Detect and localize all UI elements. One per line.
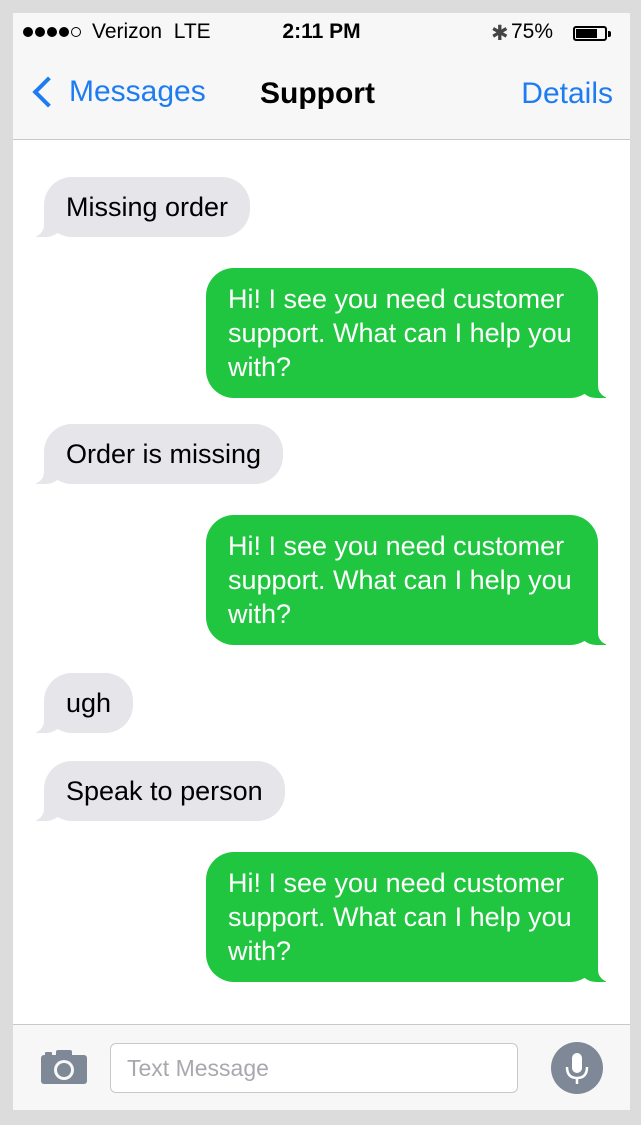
compose-bar (13, 1024, 630, 1110)
message-text: Missing order (66, 192, 229, 222)
message-bubble-incoming[interactable]: Speak to person (30, 761, 285, 821)
battery-level (576, 29, 597, 38)
chevron-left-icon (32, 76, 64, 108)
message-thread[interactable]: Missing order Hi! I see you need custome… (13, 140, 630, 1024)
message-bubble-incoming[interactable]: Missing order (29, 177, 251, 237)
message-bubble-incoming[interactable]: ugh (29, 673, 134, 733)
message-text: Hi! I see you need customer support. Wha… (228, 284, 572, 382)
back-button-label: Messages (69, 75, 206, 108)
battery-percent: 75% (511, 20, 554, 43)
message-text: Hi! I see you need customer support. Wha… (228, 868, 572, 966)
conversation-title: Support (260, 77, 375, 110)
message-text: ugh (66, 688, 112, 718)
message-text: Speak to person (66, 776, 263, 806)
microphone-icon (565, 1053, 589, 1084)
navigation-bar: Messages Support Details (13, 55, 630, 140)
message-bubble-outgoing[interactable]: Hi! I see you need customer support. Wha… (206, 515, 612, 645)
back-button[interactable]: Messages (27, 75, 206, 109)
message-input[interactable] (110, 1043, 518, 1093)
battery-icon (573, 26, 607, 41)
message-bubble-outgoing[interactable]: Hi! I see you need customer support. Wha… (206, 268, 612, 398)
message-bubble-incoming[interactable]: Order is missing (29, 424, 284, 484)
message-bubble-outgoing[interactable]: Hi! I see you need customer support. Wha… (206, 852, 612, 982)
message-text: Order is missing (66, 439, 262, 469)
battery-tip (608, 31, 611, 37)
camera-icon[interactable] (40, 1049, 88, 1085)
messages-screen: Verizon LTE 2:11 PM ✱ 75% Messages Suppo… (13, 13, 630, 1110)
microphone-button[interactable] (551, 1042, 603, 1094)
bluetooth-icon: ✱ (491, 22, 509, 45)
message-text: Hi! I see you need customer support. Wha… (228, 531, 572, 629)
details-button[interactable]: Details (521, 77, 613, 111)
status-bar: Verizon LTE 2:11 PM ✱ 75% (13, 13, 630, 55)
